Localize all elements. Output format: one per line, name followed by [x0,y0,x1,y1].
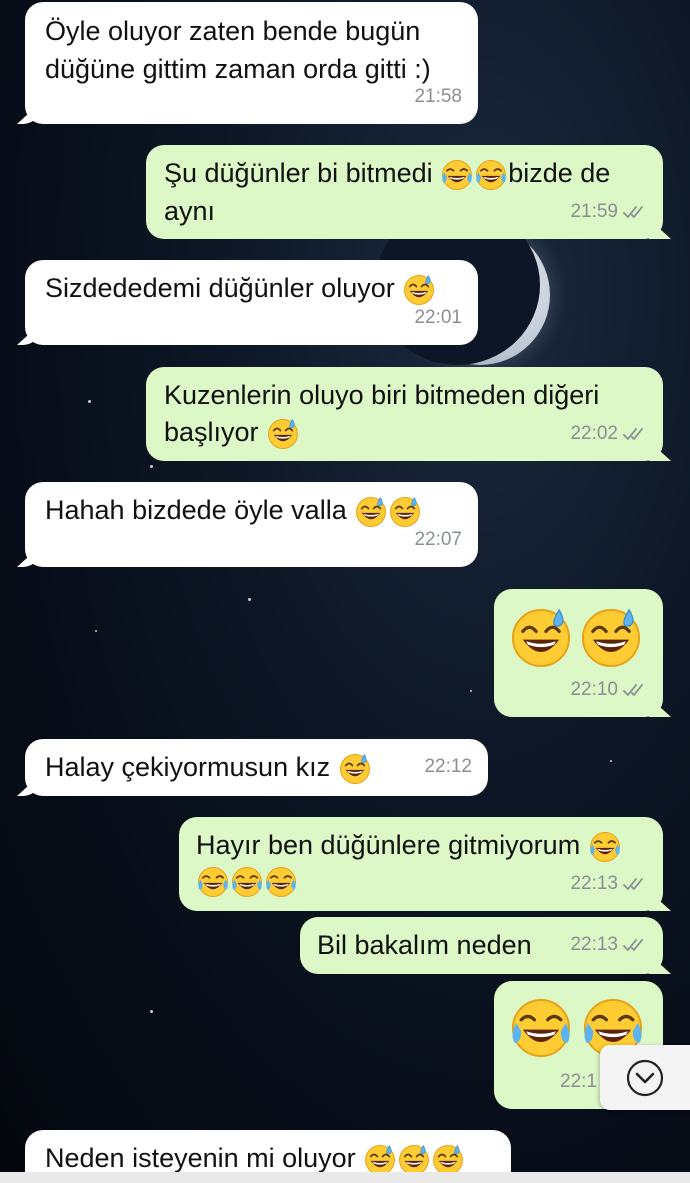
message-text: Sizdededemi düğünler oluyor [45,269,436,307]
double-check-icon [623,204,649,220]
message-timestamp: 22:02 [570,423,618,444]
message-timestamp: 21:59 [570,201,618,222]
scroll-to-bottom-button[interactable] [600,1045,690,1110]
message-meta: 22:13 [570,926,649,964]
message-text: Hahah bizdede öyle valla [45,491,422,529]
star [150,465,153,468]
grinning-face-with-sweat-icon [266,417,300,451]
message-text-part: Hayır ben düğünlere gitmiyorum [196,830,581,860]
message-meta: 21:58 [414,78,462,116]
message-text: aynı [164,196,216,226]
outgoing-message-bubble[interactable]: Bil bakalım neden 22:13 [300,917,663,974]
message-timestamp: 22:10 [570,679,618,700]
tears-of-joy-icon [588,830,622,864]
star [95,630,97,632]
outgoing-message-bubble[interactable]: Şu düğünler bi bitmedi bizde de aynı 21:… [146,145,663,239]
message-meta: 22:12 [424,748,472,786]
message-text-part: başlıyor [164,417,259,447]
message-text: düğüne gittim zaman orda gitti :) [45,54,431,84]
double-check-icon [623,876,649,892]
message-meta: 21:59 [570,193,649,231]
message-text-part: Neden isteyenin mi oluyor [45,1143,356,1173]
tears-of-joy-icon [440,158,474,192]
chevron-down-icon [626,1059,664,1096]
message-text-part: Şu düğünler bi bitmedi [164,158,433,188]
star [470,690,472,692]
message-text-part: Hahah bizdede öyle valla [45,495,347,525]
grinning-face-with-sweat-icon [354,495,388,529]
message-meta: 22:02 [570,415,649,453]
message-text-part: bizde de [508,158,611,188]
double-check-icon [623,682,649,698]
tears-of-joy-icon [230,865,264,899]
message-timestamp: 22:13 [570,934,618,955]
grinning-face-with-sweat-icon [508,605,574,671]
incoming-message-bubble[interactable]: Hahah bizdede öyle valla 22:07 [25,482,478,567]
message-text-part: Sizdededemi düğünler oluyor [45,273,395,303]
message-timestamp: 22:13 [570,873,618,894]
star [610,760,612,762]
incoming-message-bubble[interactable]: Halay çekiyormusun kız 22:12 [25,739,488,796]
star [88,400,91,403]
message-timestamp: 21:58 [414,86,462,107]
message-text: başlıyor [164,413,300,451]
message-meta: 22:13 [570,865,649,903]
message-timestamp: 22:1 [560,1071,597,1092]
tears-of-joy-icon [474,158,508,192]
message-text: Kuzenlerin oluyo biri bitmeden diğeri [164,380,600,410]
outgoing-message-bubble[interactable]: Kuzenlerin oluyo biri bitmeden diğeri ba… [146,367,663,461]
message-text: Öyle oluyor zaten bende bugün [45,16,421,46]
message-text: Halay çekiyormusun kız [45,748,372,786]
message-text: Şu düğünler bi bitmedi bizde de [164,154,610,192]
incoming-message-bubble[interactable]: Öyle oluyor zaten bende bugün düğüne git… [25,2,478,124]
outgoing-message-bubble[interactable]: 22:10 [494,589,663,717]
message-timestamp: 22:01 [414,307,462,328]
message-meta: 22:10 [570,671,649,709]
tears-of-joy-icon [264,865,298,899]
message-text-part: Halay çekiyormusun kız [45,752,331,782]
message-meta: 22:01 [414,299,462,337]
double-check-icon [623,426,649,442]
star [248,598,251,601]
emoji-row [196,861,298,899]
message-text: Bil bakalım neden [317,930,532,960]
double-check-icon [623,937,649,953]
outgoing-message-bubble[interactable]: Hayır ben düğünlere gitmiyorum 22:13 [179,817,663,911]
message-meta: 22:07 [414,521,462,559]
message-meta: 22:1 [560,1063,597,1101]
message-text: Hayır ben düğünlere gitmiyorum [196,826,622,864]
input-bar-edge [0,1172,690,1183]
incoming-message-bubble[interactable]: Sizdededemi düğünler oluyor 22:01 [25,260,478,345]
message-timestamp: 22:07 [414,529,462,550]
message-timestamp: 22:12 [424,756,472,777]
tears-of-joy-icon [508,995,574,1061]
grinning-face-with-sweat-icon [578,605,644,671]
tears-of-joy-icon [196,865,230,899]
star [150,1010,153,1013]
grinning-face-with-sweat-icon [338,752,372,786]
